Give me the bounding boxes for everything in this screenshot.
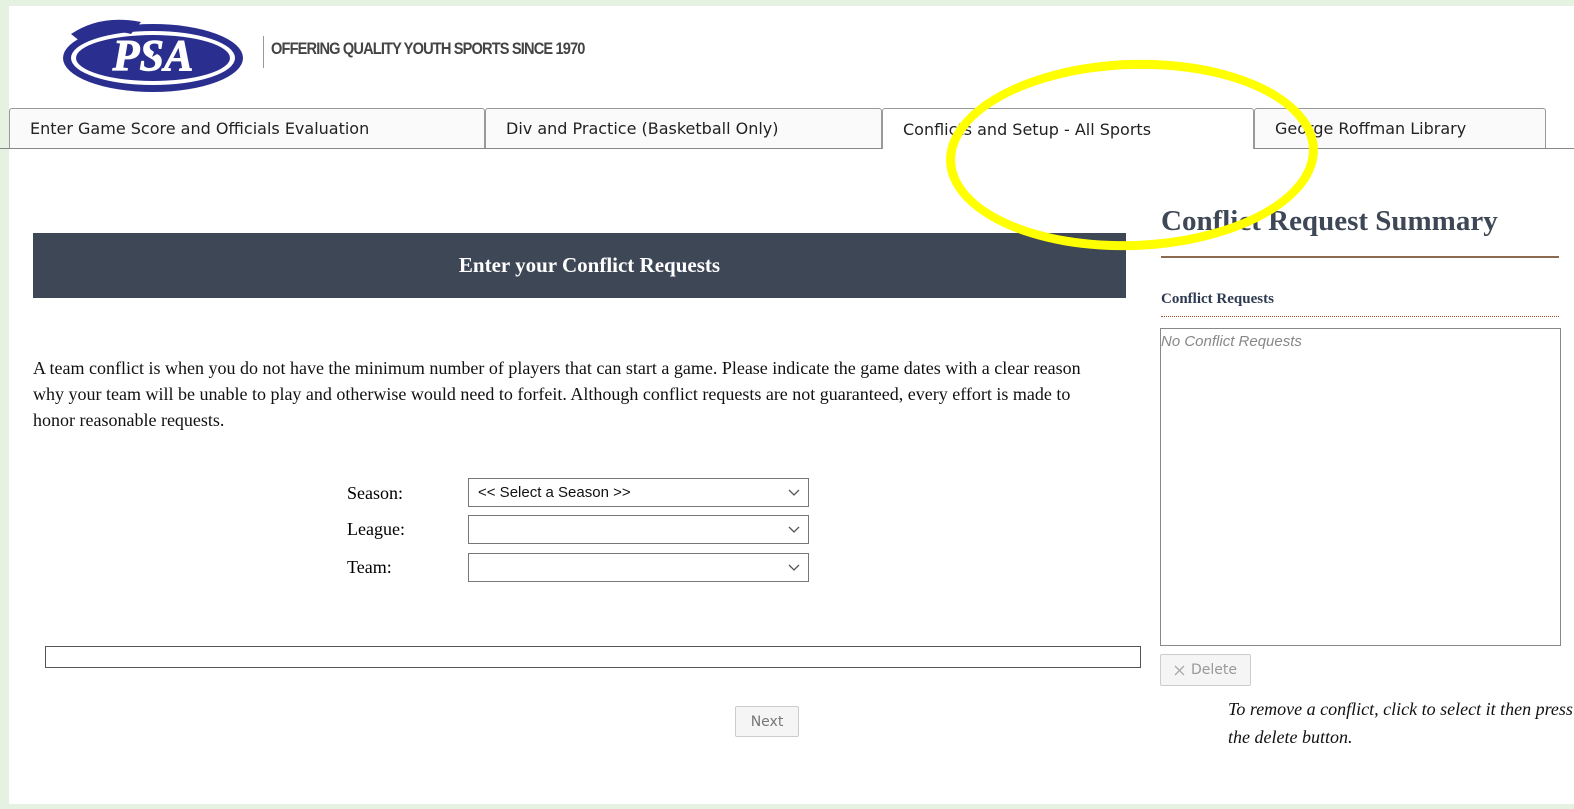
- close-icon: [1174, 665, 1185, 675]
- season-label: Season:: [347, 483, 403, 503]
- conflict-requests-divider: [1161, 316, 1559, 317]
- tab-label: Div and Practice (Basketball Only): [506, 119, 779, 138]
- tab-baseline: [0, 148, 1574, 149]
- psa-logo[interactable]: PSA: [61, 14, 246, 94]
- season-select[interactable]: << Select a Season >>: [468, 478, 809, 507]
- team-select[interactable]: [468, 553, 809, 582]
- chevron-down-icon: [788, 564, 800, 571]
- svg-text:PSA: PSA: [112, 31, 194, 80]
- site-tagline: OFFERING QUALITY YOUTH SPORTS SINCE 1970: [271, 39, 585, 58]
- summary-divider: [1161, 256, 1559, 258]
- league-label: League:: [347, 519, 405, 539]
- tab-bar: Enter Game Score and Officials Evaluatio…: [0, 108, 1574, 150]
- conflict-requests-label: Conflict Requests: [1161, 291, 1274, 307]
- season-select-value: << Select a Season >>: [478, 484, 631, 501]
- site-header: PSA OFFERING QUALITY YOUTH SPORTS SINCE …: [9, 6, 629, 102]
- window-frame-bottom: [0, 804, 1574, 809]
- remove-conflict-hint: To remove a conflict, click to select it…: [1228, 699, 1573, 747]
- empty-list-message: No Conflict Requests: [1161, 333, 1302, 350]
- header-divider: [263, 36, 264, 68]
- delete-button[interactable]: Delete: [1160, 654, 1251, 686]
- conflict-intro-text: A team conflict is when you do not have …: [33, 358, 1081, 430]
- wizard-progress-bar: [45, 646, 1141, 668]
- chevron-down-icon: [788, 489, 800, 496]
- delete-button-label: Delete: [1191, 662, 1237, 678]
- league-select[interactable]: [468, 515, 809, 544]
- next-button[interactable]: Next: [735, 706, 799, 737]
- conflict-requests-list[interactable]: No Conflict Requests: [1160, 328, 1561, 646]
- tab-label: Enter Game Score and Officials Evaluatio…: [30, 119, 370, 138]
- tab-div-practice[interactable]: Div and Practice (Basketball Only): [485, 108, 882, 148]
- team-label: Team:: [347, 557, 392, 577]
- conflict-panel-title: Enter your Conflict Requests: [33, 233, 1126, 298]
- tab-game-score[interactable]: Enter Game Score and Officials Evaluatio…: [9, 108, 485, 148]
- chevron-down-icon: [788, 526, 800, 533]
